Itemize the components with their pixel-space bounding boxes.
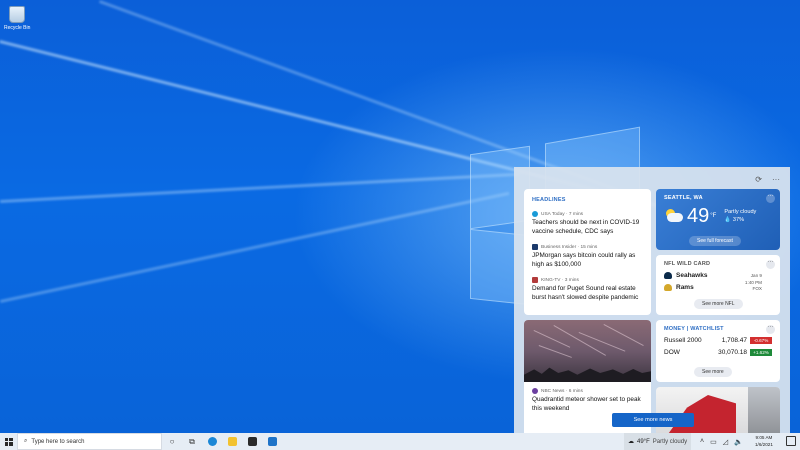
watchlist-card[interactable]: MONEY | WATCHLIST ··· Russell 2000 1,708… [656,320,780,382]
news-title[interactable]: Teachers should be next in COVID-19 vacc… [532,219,643,236]
business-insider-icon [532,244,538,250]
news-item[interactable]: Business Insider · 15 mins JPMorgan says… [532,244,643,269]
game-network: FOX [752,286,762,291]
taskbar-search-box[interactable]: ⌕ Type here to search [17,433,162,450]
news-source: NBC News · 6 mins [541,388,583,394]
watchlist-more-button[interactable]: ··· [766,324,775,334]
clock-time: 9:05 AM [755,435,773,440]
stock-change: -0.67% [750,337,772,344]
partly-cloudy-icon: ☁ [628,439,634,445]
stock-row[interactable]: Russell 2000 1,708.47 -0.67% [664,337,772,344]
recycle-bin-icon [9,6,25,23]
news-source: KING-TV · 3 mins [541,277,579,283]
headlines-card: HEADLINES USA Today · 7 mins Teachers sh… [524,189,651,315]
panel-more-button[interactable]: ··· [772,175,780,184]
news-title[interactable]: JPMorgan says bitcoin could rally as hig… [532,252,643,269]
task-view-icon[interactable]: ⧉ [182,433,202,450]
cortana-icon[interactable]: ○ [162,433,182,450]
refresh-icon[interactable]: ⟳ [755,175,762,184]
chevron-up-icon[interactable]: ˄ [700,438,704,445]
windows-logo-icon [4,437,13,446]
seahawks-logo-icon [664,272,672,279]
nfl-more-button[interactable]: ··· [766,259,775,269]
full-forecast-button[interactable]: See full forecast [689,236,741,246]
king-tv-icon [532,277,538,283]
rams-logo-icon [664,284,672,291]
weather-location: SEATTLE, WA [664,195,703,201]
partly-cloudy-icon [664,209,684,223]
news-item[interactable]: USA Today · 7 mins Teachers should be ne… [532,211,643,236]
stock-change: +1.62% [750,349,772,356]
watchlist-label: MONEY | WATCHLIST [664,326,724,332]
nfl-card[interactable]: NFL WILD CARD ··· Seahawks Rams Jan 9 1:… [656,255,780,315]
team-name: Seahawks [676,272,708,279]
taskbar-weather-button[interactable]: ☁ 49°F Partly cloudy [624,433,692,450]
start-button[interactable] [0,433,17,450]
taskbar-clock[interactable]: 9:05 AM 1/6/2021 [755,435,773,448]
search-placeholder: Type here to search [31,438,85,445]
meteor-photo [524,320,651,382]
recycle-bin-label: Recycle Bin [4,25,31,31]
weather-temperature: 49 [687,205,710,227]
weather-condition: Partly cloudy [724,209,757,215]
news-source: USA Today · 7 mins [541,211,584,217]
clock-date: 1/6/2021 [755,441,773,447]
edge-browser-icon[interactable] [202,433,222,450]
news-and-interests-panel: ⟳ ··· HEADLINES USA Today · 7 mins Teach… [514,167,790,433]
stock-row[interactable]: DOW 30,070.18 +1.62% [664,349,772,356]
microsoft-store-icon[interactable] [242,433,262,450]
search-icon: ⌕ [24,438,28,444]
see-more-nfl-button[interactable]: See more NFL [694,299,743,309]
weather-precip: 37% [732,217,745,223]
system-tray: ˄ ▭ ◿ 🔈 [700,433,743,450]
stock-name: Russell 2000 [664,337,702,344]
taskbar-weather-temp: 49°F [637,438,650,445]
usa-today-icon [532,211,538,217]
mail-icon[interactable] [262,433,282,450]
battery-icon[interactable]: ▭ [710,438,717,446]
news-title[interactable]: Quadrantid meteor shower set to peak thi… [532,396,643,413]
weather-more-button[interactable]: ··· [766,193,775,203]
taskbar: ⌕ Type here to search ○ ⧉ ☁ 49°F Partly … [0,433,800,450]
volume-icon[interactable]: 🔈 [734,438,743,446]
news-source: Business Insider · 15 mins [541,244,598,250]
see-more-news-button[interactable]: See more news [612,413,694,427]
team-name: Rams [676,284,694,291]
game-info: Jan 9 1:40 PM FOX [745,273,762,293]
stock-value: 1,708.47 [721,337,747,344]
file-explorer-icon[interactable] [222,433,242,450]
stock-value: 30,070.18 [718,349,747,356]
notification-center-icon[interactable] [786,436,796,446]
raindrop-icon: 💧 [724,217,732,223]
nbc-news-icon [532,388,538,394]
news-item[interactable]: KING-TV · 3 mins Demand for Puget Sound … [532,277,643,302]
taskbar-weather-condition: Partly cloudy [652,438,688,445]
network-icon[interactable]: ◿ [723,438,728,446]
see-more-stocks-button[interactable]: See more [694,367,732,377]
weather-unit: °F [710,213,717,219]
weather-card[interactable]: SEATTLE, WA ··· 49 °F Partly cloudy 💧 37… [656,189,780,250]
recycle-bin-shortcut[interactable]: Recycle Bin [4,6,30,31]
nfl-label: NFL WILD CARD [664,261,711,267]
stock-name: DOW [664,349,680,356]
headlines-label: HEADLINES [532,197,566,203]
news-title[interactable]: Demand for Puget Sound real estate burst… [532,285,643,302]
